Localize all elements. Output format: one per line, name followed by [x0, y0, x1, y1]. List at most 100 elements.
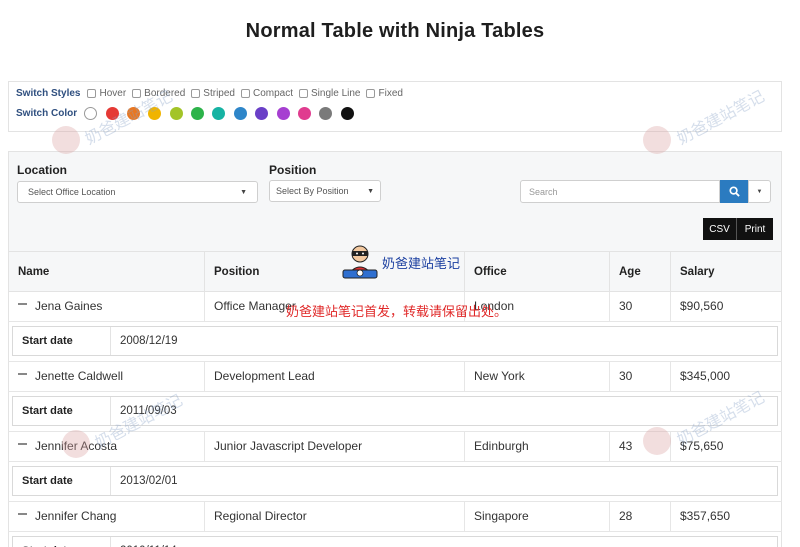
single-line-option[interactable]: Single Line — [299, 88, 360, 99]
fixed-checkbox[interactable] — [366, 89, 376, 98]
table-styles-panel: Switch Styles Hover Bordered Striped Com… — [8, 81, 782, 132]
color-swatch[interactable] — [340, 107, 354, 120]
age-cell: 43 — [609, 432, 670, 461]
color-swatch[interactable] — [319, 107, 333, 120]
color-swatch[interactable] — [212, 107, 226, 120]
age-cell: 30 — [609, 362, 670, 391]
location-select[interactable]: Select Office Location ▼ — [17, 181, 258, 203]
color-swatch[interactable] — [298, 107, 312, 120]
collapse-icon[interactable] — [18, 512, 27, 515]
position-cell: Junior Javascript Developer — [204, 432, 464, 461]
hover-option[interactable]: Hover — [87, 88, 126, 99]
column-header-age[interactable]: Age — [609, 252, 670, 292]
salary-cell: $90,560 — [670, 292, 783, 321]
caret-down-icon: ▼ — [756, 188, 763, 195]
row-detail: Start date 2011/09/03 — [8, 392, 782, 432]
table-row[interactable]: Jennifer Chang Regional Director Singapo… — [8, 502, 782, 532]
position-cell: Regional Director — [204, 502, 464, 531]
salary-cell: $75,650 — [670, 432, 783, 461]
collapse-icon[interactable] — [18, 442, 27, 445]
column-header-position[interactable]: Position — [204, 252, 464, 292]
search-placeholder: Search — [529, 186, 558, 197]
switch-styles-label: Switch Styles — [16, 88, 81, 99]
data-table: Name Position Office Age Salary Jena Gai… — [8, 251, 782, 547]
start-date-value: 2008/12/19 — [120, 335, 178, 347]
switch-color-label: Switch Color — [16, 108, 78, 119]
color-swatch[interactable] — [148, 107, 162, 120]
collapse-icon[interactable] — [18, 372, 27, 375]
search-input[interactable]: Search — [520, 180, 720, 203]
office-cell: Singapore — [464, 502, 609, 531]
collapse-icon[interactable] — [18, 302, 27, 305]
name-cell: Jennifer Acosta — [9, 432, 204, 461]
print-button[interactable]: Print — [736, 218, 773, 240]
position-cell: Development Lead — [204, 362, 464, 391]
color-swatch[interactable] — [105, 107, 119, 120]
compact-option[interactable]: Compact — [240, 88, 293, 99]
row-detail: Start date 2008/12/19 — [8, 322, 782, 362]
start-date-value: 2011/09/03 — [120, 405, 177, 417]
start-date-label: Start date — [13, 537, 111, 547]
start-date-label: Start date — [13, 467, 111, 495]
start-date-label: Start date — [13, 397, 111, 425]
filter-panel: Location Select Office Location ▼ Positi… — [8, 151, 782, 251]
search-options-dropdown[interactable]: ▼ — [748, 180, 771, 203]
bordered-checkbox[interactable] — [132, 89, 142, 98]
position-select-value: Select By Position — [276, 186, 349, 196]
start-date-value: 2013/02/01 — [120, 475, 178, 487]
search-button[interactable] — [720, 180, 748, 203]
color-swatch[interactable] — [84, 107, 98, 120]
table-row[interactable]: Jenette Caldwell Development Lead New Yo… — [8, 362, 782, 392]
start-date-label: Start date — [13, 327, 111, 355]
color-swatch[interactable] — [276, 107, 290, 120]
switch-styles-row: Switch Styles Hover Bordered Striped Com… — [16, 88, 409, 99]
row-detail: Start date 2013/02/01 — [8, 462, 782, 502]
table-row[interactable]: Jena Gaines Office Manager London 30 $90… — [8, 292, 782, 322]
color-swatch[interactable] — [233, 107, 247, 120]
table-header: Name Position Office Age Salary — [8, 251, 782, 292]
striped-option[interactable]: Striped — [191, 88, 235, 99]
fixed-option[interactable]: Fixed — [366, 88, 403, 99]
office-cell: Edinburgh — [464, 432, 609, 461]
salary-cell: $357,650 — [670, 502, 783, 531]
column-header-office[interactable]: Office — [464, 252, 609, 292]
detail-table: Start date 2013/02/01 — [12, 466, 778, 496]
detail-table: Start date 2008/12/19 — [12, 326, 778, 356]
detail-table: Start date 2010/11/14 — [12, 536, 778, 547]
column-header-name[interactable]: Name — [9, 252, 204, 292]
bordered-option[interactable]: Bordered — [132, 88, 185, 99]
salary-cell: $345,000 — [670, 362, 783, 391]
color-swatch[interactable] — [126, 107, 140, 120]
hover-checkbox[interactable] — [87, 89, 97, 98]
row-detail: Start date 2010/11/14 — [8, 532, 782, 547]
age-cell: 30 — [609, 292, 670, 321]
office-cell: New York — [464, 362, 609, 391]
position-label: Position — [269, 163, 317, 177]
office-cell: London — [464, 292, 609, 321]
single-line-checkbox[interactable] — [299, 89, 308, 98]
chevron-down-icon: ▼ — [240, 188, 247, 196]
table-row[interactable]: Jennifer Acosta Junior Javascript Develo… — [8, 432, 782, 462]
color-swatch[interactable] — [169, 107, 183, 120]
page-title: Normal Table with Ninja Tables — [245, 20, 545, 42]
name-cell: Jena Gaines — [9, 292, 204, 321]
age-cell: 28 — [609, 502, 670, 531]
compact-checkbox[interactable] — [240, 89, 250, 98]
location-select-value: Select Office Location — [28, 187, 116, 197]
name-cell: Jennifer Chang — [9, 502, 204, 531]
striped-checkbox[interactable] — [191, 89, 201, 98]
location-label: Location — [17, 163, 67, 177]
color-swatch[interactable] — [191, 107, 205, 120]
caret-down-icon: ▼ — [367, 187, 374, 195]
csv-button[interactable]: CSV — [703, 218, 736, 240]
start-date-value: 2010/11/14 — [112, 537, 177, 547]
detail-table: Start date 2011/09/03 — [12, 396, 778, 426]
switch-color-row: Switch Color — [16, 107, 362, 120]
position-cell: Office Manager — [204, 292, 464, 321]
column-header-salary[interactable]: Salary — [670, 252, 783, 292]
name-cell: Jenette Caldwell — [9, 362, 204, 391]
search-icon — [728, 186, 740, 197]
color-swatch[interactable] — [255, 107, 269, 120]
color-swatches — [84, 107, 362, 120]
position-select[interactable]: Select By Position ▼ — [269, 180, 381, 202]
